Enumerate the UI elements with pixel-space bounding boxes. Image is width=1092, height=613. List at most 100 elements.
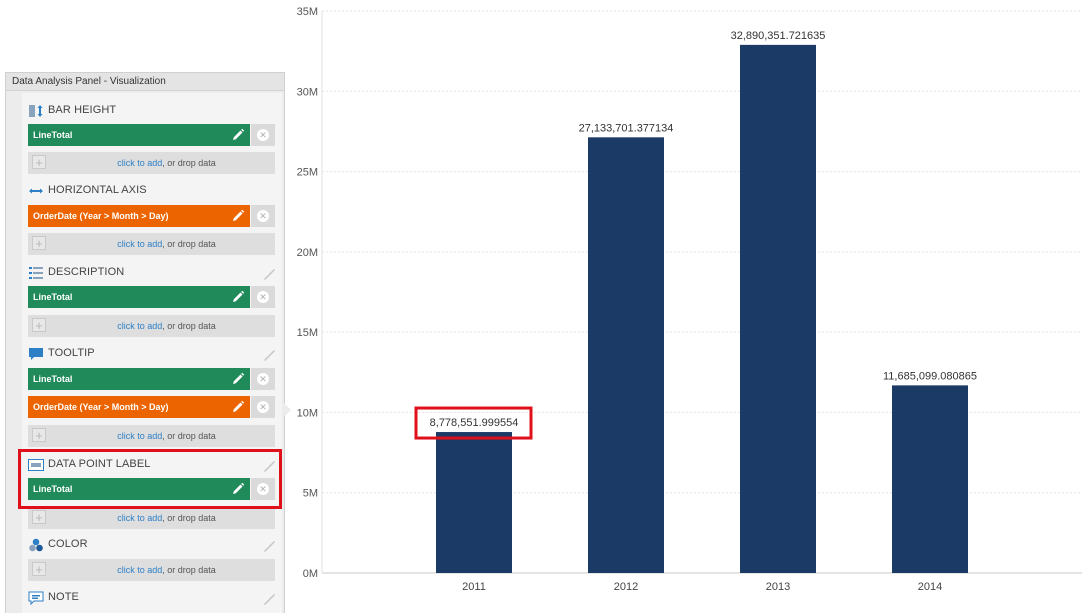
click-to-add-link[interactable]: click to add — [117, 321, 162, 331]
section-label: NOTE — [48, 591, 79, 603]
horizontal-axis-icon — [29, 188, 43, 194]
section-description: DESCRIPTION — [26, 263, 278, 283]
field-label: OrderDate (Year > Month > Day) — [33, 402, 169, 412]
list-icon — [29, 267, 43, 279]
field-pill[interactable]: LineTotal — [28, 124, 250, 146]
y-tick-label: 25M — [297, 167, 318, 179]
section-label: BAR HEIGHT — [48, 104, 117, 116]
y-tick-label: 10M — [297, 407, 318, 419]
remove-field-button[interactable]: ✕ — [251, 368, 275, 390]
panel-title: Data Analysis Panel - Visualization — [6, 73, 284, 91]
chart-bars — [436, 44, 968, 573]
pencil-icon[interactable] — [262, 346, 278, 362]
section-data-point-label: DATA POINT LABEL — [26, 455, 278, 475]
add-text[interactable]: click to add, or drop data — [28, 425, 275, 447]
y-tick-label: 0M — [303, 568, 318, 580]
field-tooltip-linetotal[interactable]: LineTotal ✕ — [28, 368, 275, 390]
section-label: DATA POINT LABEL — [48, 458, 151, 470]
add-data-point-label-dropzone[interactable]: + click to add, or drop data — [28, 507, 275, 529]
field-horizontal-axis-orderdate[interactable]: OrderDate (Year > Month > Day) ✕ — [28, 205, 275, 227]
x-tick-label: 2011 — [462, 581, 486, 593]
field-pill[interactable]: LineTotal — [28, 478, 250, 500]
bar-2013 — [740, 44, 816, 573]
section-label: TOOLTIP — [48, 347, 95, 359]
close-icon: ✕ — [257, 373, 269, 385]
field-label: OrderDate (Year > Month > Day) — [33, 211, 169, 221]
pencil-icon[interactable] — [230, 208, 246, 224]
pencil-icon[interactable] — [230, 481, 246, 497]
remove-field-button[interactable]: ✕ — [251, 286, 275, 308]
data-label: 8,778,551.999554 — [430, 417, 519, 429]
section-note: NOTE — [26, 588, 278, 608]
click-to-add-link[interactable]: click to add — [117, 158, 162, 168]
add-description-dropzone[interactable]: + click to add, or drop data — [28, 315, 275, 337]
close-icon: ✕ — [257, 483, 269, 495]
y-axis: 0M 5M 10M 15M 20M 25M 30M 35M — [297, 6, 318, 580]
add-text[interactable]: click to add, or drop data — [28, 507, 275, 529]
field-tooltip-orderdate[interactable]: OrderDate (Year > Month > Day) ✕ — [28, 396, 275, 418]
add-text[interactable]: click to add, or drop data — [28, 233, 275, 255]
note-icon — [28, 591, 44, 605]
field-pill[interactable]: OrderDate (Year > Month > Day) — [28, 396, 250, 418]
drop-data-text: , or drop data — [162, 513, 216, 523]
remove-field-button[interactable]: ✕ — [251, 396, 275, 418]
add-tooltip-dropzone[interactable]: + click to add, or drop data — [28, 425, 275, 447]
add-horizontal-axis-dropzone[interactable]: + click to add, or drop data — [28, 233, 275, 255]
field-bar-height-linetotal[interactable]: LineTotal ✕ — [28, 124, 275, 146]
click-to-add-link[interactable]: click to add — [117, 431, 162, 441]
add-text[interactable]: click to add, or drop data — [28, 152, 275, 174]
drop-data-text: , or drop data — [162, 158, 216, 168]
section-label: DESCRIPTION — [48, 266, 125, 278]
section-label: COLOR — [48, 538, 88, 550]
panel-body: BAR HEIGHT LineTotal ✕ + click to add, o… — [22, 93, 282, 613]
field-pill[interactable]: LineTotal — [28, 368, 250, 390]
drop-data-text: , or drop data — [162, 239, 216, 249]
remove-field-button[interactable]: ✕ — [251, 478, 275, 500]
field-label: LineTotal — [33, 374, 73, 384]
data-analysis-panel: Data Analysis Panel - Visualization BAR … — [5, 72, 285, 613]
field-data-point-label-linetotal[interactable]: LineTotal ✕ — [28, 478, 275, 500]
section-tooltip: TOOLTIP — [26, 344, 278, 364]
close-icon: ✕ — [257, 401, 269, 413]
click-to-add-link[interactable]: click to add — [117, 513, 162, 523]
field-pill[interactable]: OrderDate (Year > Month > Day) — [28, 205, 250, 227]
click-to-add-link[interactable]: click to add — [117, 565, 162, 575]
pencil-icon[interactable] — [230, 399, 246, 415]
pencil-icon[interactable] — [262, 457, 278, 473]
bar-2014 — [892, 385, 968, 573]
section-bar-height: BAR HEIGHT — [26, 101, 278, 121]
section-color: COLOR — [26, 535, 278, 555]
data-label: 32,890,351.721635 — [731, 30, 826, 42]
y-tick-label: 15M — [297, 327, 318, 339]
x-tick-label: 2014 — [918, 581, 942, 593]
x-tick-label: 2012 — [614, 581, 638, 593]
pencil-icon[interactable] — [262, 537, 278, 553]
drop-data-text: , or drop data — [162, 431, 216, 441]
add-color-dropzone[interactable]: + click to add, or drop data — [28, 559, 275, 581]
section-horizontal-axis: HORIZONTAL AXIS — [26, 181, 278, 201]
color-icon — [29, 538, 43, 552]
pencil-icon[interactable] — [230, 371, 246, 387]
add-text[interactable]: click to add, or drop data — [28, 559, 275, 581]
y-tick-label: 20M — [297, 247, 318, 259]
pencil-icon[interactable] — [230, 127, 246, 143]
panel-pointer — [283, 402, 291, 418]
close-icon: ✕ — [257, 210, 269, 222]
remove-field-button[interactable]: ✕ — [251, 205, 275, 227]
pencil-icon[interactable] — [230, 289, 246, 305]
field-description-linetotal[interactable]: LineTotal ✕ — [28, 286, 275, 308]
add-bar-height-dropzone[interactable]: + click to add, or drop data — [28, 152, 275, 174]
y-tick-label: 35M — [297, 6, 318, 18]
bar-2012 — [588, 137, 664, 573]
field-pill[interactable]: LineTotal — [28, 286, 250, 308]
section-label: HORIZONTAL AXIS — [48, 184, 147, 196]
x-axis: 2011 2012 2013 2014 — [462, 581, 942, 593]
data-label-icon — [28, 459, 44, 471]
pencil-icon[interactable] — [262, 590, 278, 606]
y-tick-label: 5M — [303, 488, 318, 500]
drop-data-text: , or drop data — [162, 565, 216, 575]
add-text[interactable]: click to add, or drop data — [28, 315, 275, 337]
remove-field-button[interactable]: ✕ — [251, 124, 275, 146]
pencil-icon[interactable] — [262, 265, 278, 281]
click-to-add-link[interactable]: click to add — [117, 239, 162, 249]
